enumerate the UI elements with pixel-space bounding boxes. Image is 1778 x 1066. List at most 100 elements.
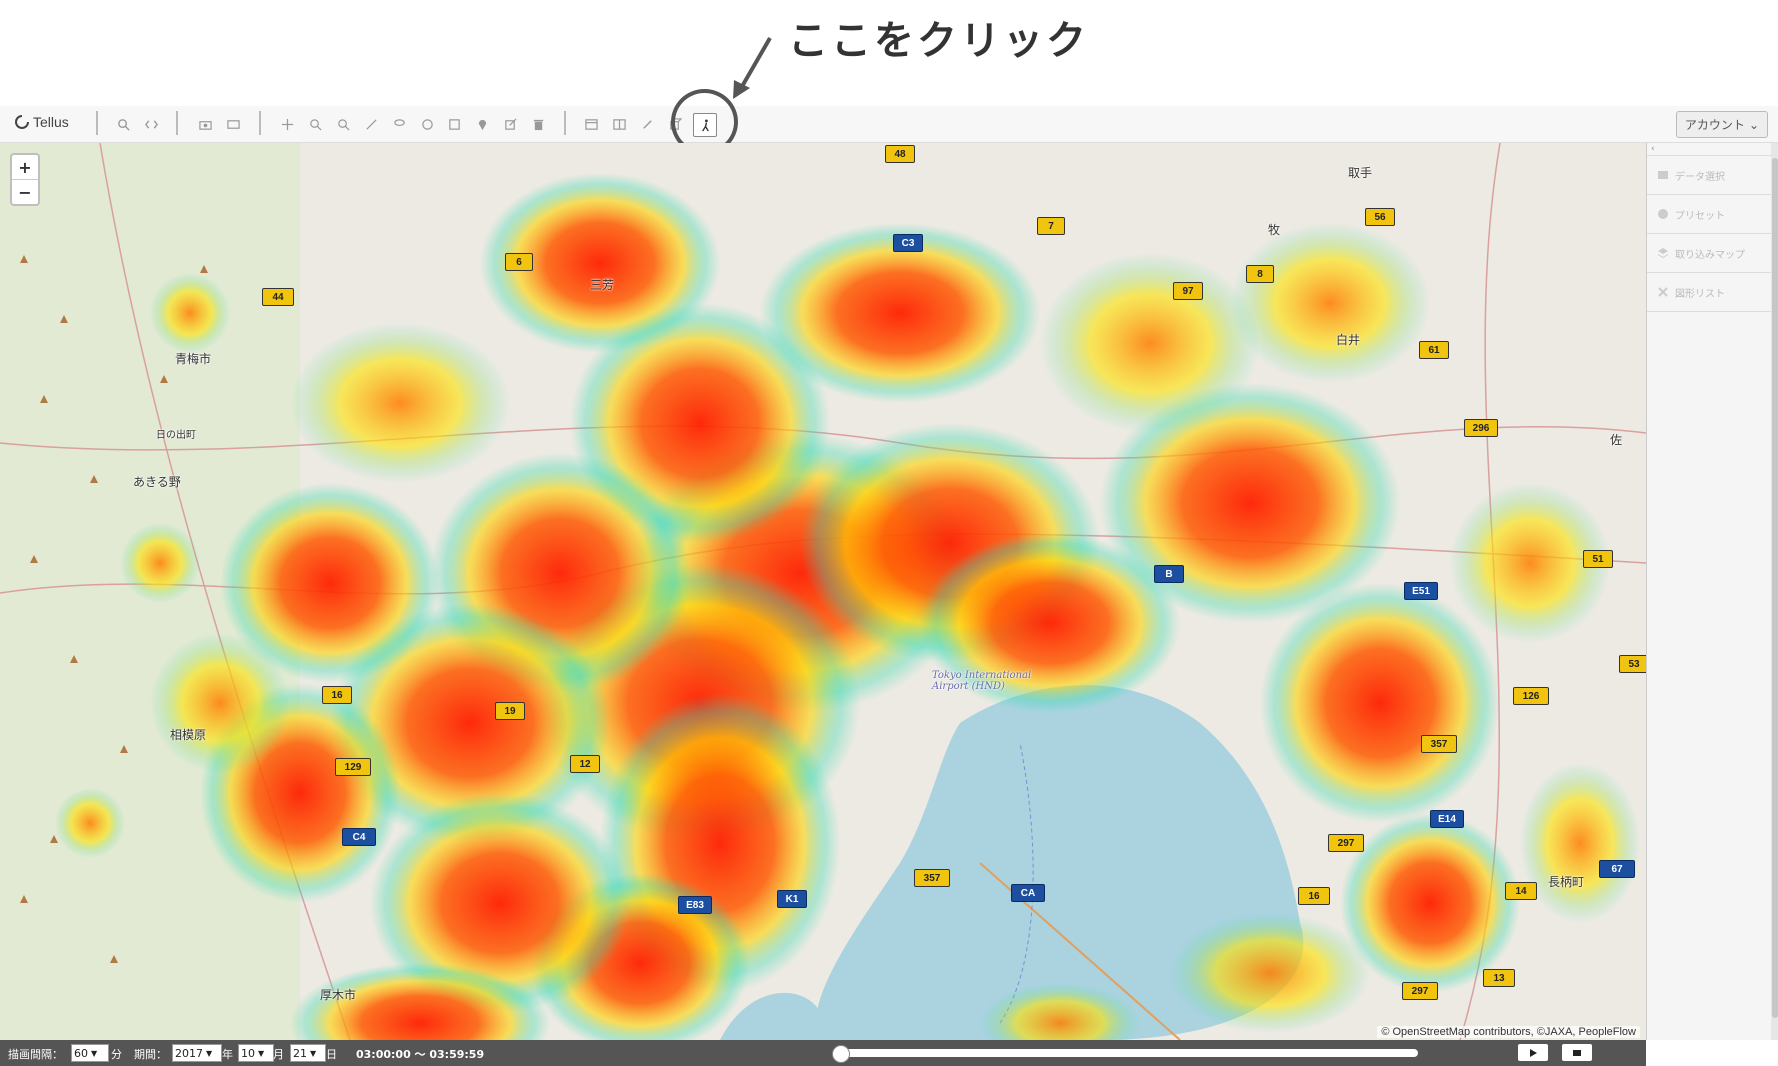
- logo-icon: [15, 115, 29, 129]
- route-label: 16: [1298, 887, 1330, 905]
- city-label: 佐: [1610, 433, 1623, 447]
- route-label: 6: [505, 253, 533, 271]
- map-view[interactable]: + − 青梅市 日の出町 あきる野 相模原 厚木市 取手 牧 白井 佐 三芳 長…: [0, 143, 1646, 1040]
- zoom-out-button[interactable]: [332, 113, 354, 135]
- toolbar-divider: [564, 111, 566, 135]
- route-label: 297: [1402, 982, 1438, 1000]
- map-icon: [1658, 171, 1668, 179]
- month-value: 10: [241, 1046, 255, 1060]
- panel-item-data-select[interactable]: データ選択: [1647, 156, 1778, 195]
- annotation-arrow: [733, 37, 772, 99]
- city-label: 日の出町: [156, 430, 196, 441]
- pan-button[interactable]: [276, 113, 298, 135]
- circle-icon: [421, 118, 433, 130]
- route-label: E83: [678, 896, 712, 914]
- zoom-in-button[interactable]: [304, 113, 326, 135]
- marker-button[interactable]: [471, 113, 493, 135]
- interval-select[interactable]: 60 ▼: [71, 1044, 109, 1062]
- playback-bar: 描画間隔： 60 ▼ 分 期間： 2017 ▼ 年 10 ▼ 月 21 ▼ 日 03:0…: [0, 1040, 1646, 1066]
- panel-scrollbar[interactable]: [1771, 143, 1778, 1040]
- day-select[interactable]: 21 ▼: [290, 1044, 326, 1062]
- route-label: 16: [322, 686, 352, 704]
- city-label: 白井: [1336, 333, 1361, 347]
- zoom-in-icon: [309, 118, 321, 130]
- route-label: K1: [777, 890, 807, 908]
- toolbar-divider: [96, 111, 98, 135]
- route-label: 97: [1173, 282, 1203, 300]
- search-button[interactable]: [112, 113, 134, 135]
- panel-item-label: 図形リスト: [1675, 288, 1725, 300]
- month-select[interactable]: 10 ▼: [238, 1044, 274, 1062]
- route-label: 357: [1421, 735, 1457, 753]
- keyboard-icon: [226, 119, 240, 129]
- square-icon: [448, 118, 460, 130]
- time-slider-thumb[interactable]: [832, 1045, 850, 1063]
- rectangle-button[interactable]: [443, 113, 465, 135]
- city-label: 青梅市: [175, 352, 212, 366]
- tools-icon: [1658, 287, 1668, 297]
- interval-value: 60: [74, 1046, 88, 1060]
- stop-icon: [1573, 1049, 1581, 1056]
- line-button[interactable]: [360, 113, 382, 135]
- stop-button[interactable]: [1562, 1044, 1592, 1061]
- circle-button[interactable]: [416, 113, 438, 135]
- link-button[interactable]: [636, 113, 658, 135]
- route-label: 12: [570, 755, 600, 773]
- panel-item-imported-map[interactable]: 取り込みマップ: [1647, 234, 1778, 273]
- route-label: 296: [1464, 419, 1498, 437]
- search-icon: [117, 118, 130, 131]
- zoom-out-icon: [337, 118, 349, 130]
- account-menu-button[interactable]: アカウント ⌄: [1675, 111, 1768, 138]
- edit-icon: [504, 118, 516, 130]
- annotation-area: ここをクリック: [0, 0, 1778, 106]
- panel-item-label: データ選択: [1675, 171, 1725, 183]
- zoom-control: + −: [10, 153, 40, 206]
- zoom-in-control[interactable]: +: [12, 155, 38, 179]
- route-label: 13: [1483, 969, 1515, 987]
- chevron-down-icon: ⌄: [1748, 117, 1759, 132]
- route-label: E14: [1430, 810, 1464, 828]
- map-attribution: © OpenStreetMap contributors, ©JAXA, Peo…: [1377, 1026, 1640, 1038]
- month-unit: 月: [273, 1048, 284, 1061]
- year-select[interactable]: 2017 ▼: [172, 1044, 222, 1062]
- time-range: 03:00:00 〜 03:59:59: [356, 1048, 485, 1061]
- delete-button[interactable]: [527, 113, 549, 135]
- play-icon: [1530, 1048, 1537, 1057]
- window-icon: [584, 118, 598, 130]
- city-label: 厚木市: [320, 988, 357, 1002]
- route-label: 126: [1513, 687, 1549, 705]
- day-unit: 日: [326, 1048, 337, 1061]
- layers-icon: [1658, 248, 1668, 258]
- logo-text: Tellus: [33, 114, 69, 130]
- city-label: 長柄町: [1548, 875, 1585, 889]
- route-label: 19: [495, 702, 525, 720]
- scrollbar-thumb[interactable]: [1772, 158, 1778, 1018]
- time-slider-track[interactable]: [835, 1049, 1418, 1057]
- play-button[interactable]: [1518, 1044, 1548, 1061]
- route-label: 7: [1037, 217, 1065, 235]
- panel-item-preset[interactable]: プリセット: [1647, 195, 1778, 234]
- panel-item-shape-list[interactable]: 図形リスト: [1647, 273, 1778, 312]
- window-button[interactable]: [580, 113, 602, 135]
- interval-label: 描画間隔：: [8, 1048, 63, 1061]
- link-icon: [642, 119, 652, 129]
- edit-button[interactable]: [499, 113, 521, 135]
- camera-button[interactable]: [194, 113, 216, 135]
- trash-icon: [533, 119, 543, 130]
- city-label: 三芳: [590, 278, 615, 292]
- city-label: あきる野: [133, 475, 181, 489]
- keyboard-button[interactable]: [222, 113, 244, 135]
- route-label: 53: [1619, 655, 1646, 673]
- city-label: 取手: [1348, 166, 1373, 180]
- line-icon: [365, 118, 377, 130]
- annotation-text: ここをクリック: [788, 18, 1089, 64]
- chevron-left-icon[interactable]: ‹: [1651, 144, 1655, 154]
- zoom-out-control[interactable]: −: [12, 179, 38, 204]
- palette-icon: [1658, 209, 1668, 219]
- split-view-button[interactable]: [608, 113, 630, 135]
- lasso-button[interactable]: [388, 113, 410, 135]
- toolbar-divider: [176, 111, 178, 135]
- route-label: 51: [1583, 550, 1613, 568]
- route-label: C4: [342, 828, 376, 846]
- code-button[interactable]: [140, 113, 162, 135]
